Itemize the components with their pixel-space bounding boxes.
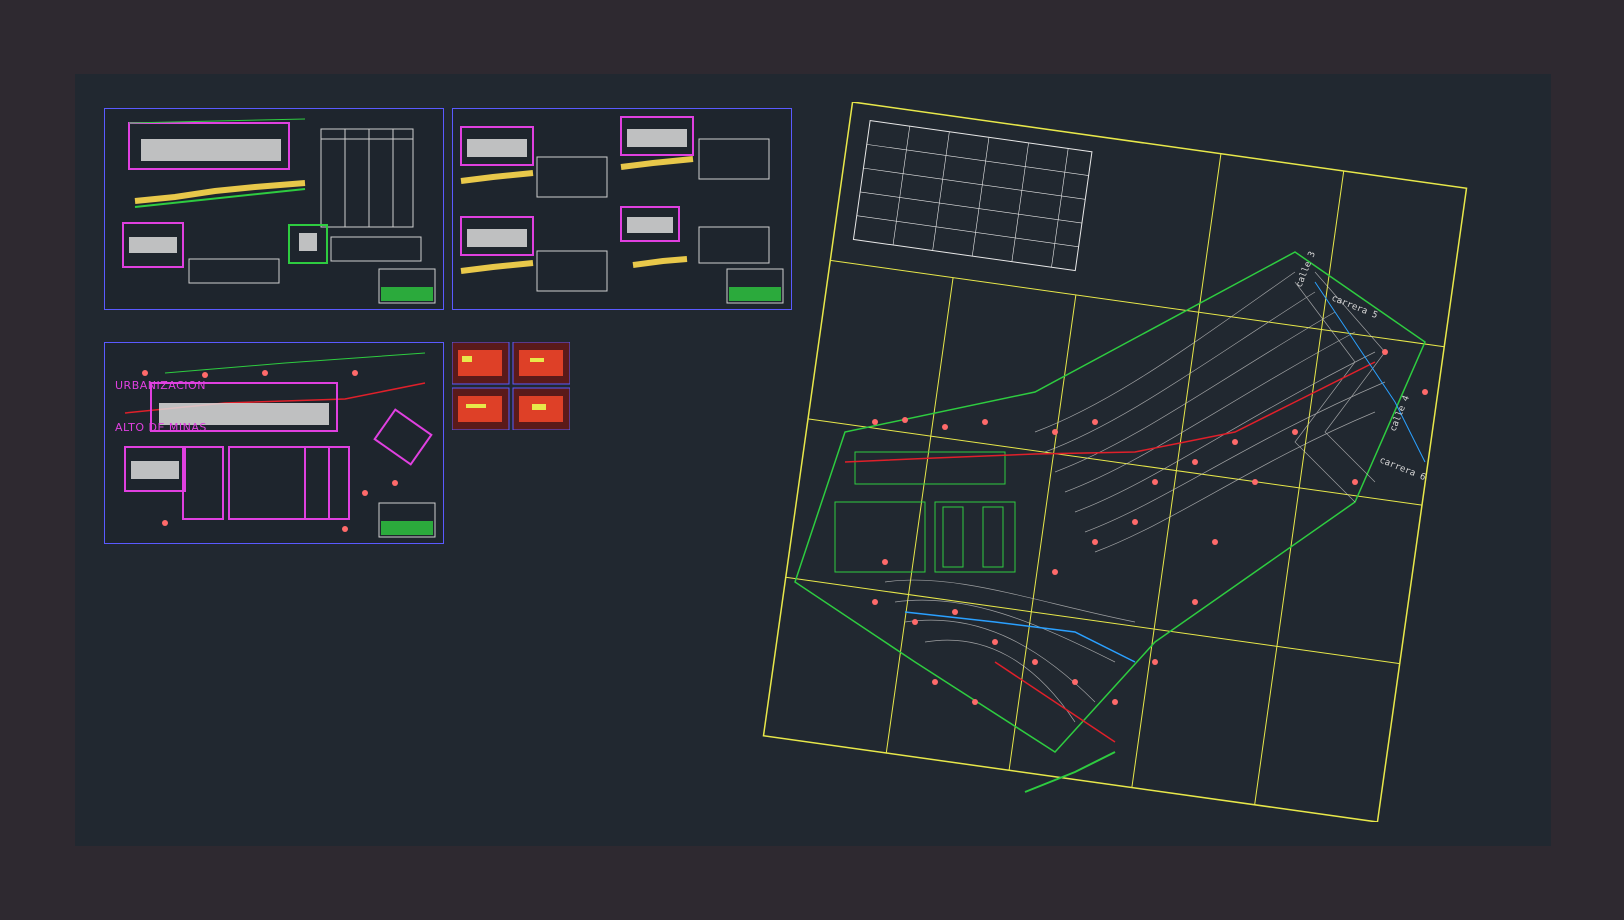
road-label-calle-4: calle 4 — [1389, 394, 1412, 433]
plan-grid — [762, 102, 1468, 822]
lot-blocks — [834, 451, 1016, 573]
render-thumbnails-drawing — [451, 341, 571, 431]
contour-lines — [884, 271, 1386, 723]
sheet-manzana-1[interactable] — [104, 108, 444, 310]
road-lower — [994, 661, 1116, 743]
main-site-plan[interactable]: calle 3 calle 4 carrera 5 carrera 6 — [735, 102, 1495, 822]
road-label-carrera-6: carrera 6 — [1378, 456, 1427, 484]
render-thumbnails[interactable] — [451, 341, 571, 431]
model-space-canvas[interactable]: URBANIZACION ALTO DE MINAS calle 3 calle… — [75, 74, 1551, 846]
project-title: URBANIZACION ALTO DE MINAS — [115, 351, 207, 463]
access-road — [1024, 751, 1116, 793]
road-label-calle-3: calle 3 — [1295, 250, 1318, 289]
project-title-line2: ALTO DE MINAS — [115, 421, 207, 434]
project-title-line1: URBANIZACION — [115, 379, 206, 392]
sheet-manzana-1-drawing — [122, 118, 436, 304]
sheet-general-plan[interactable]: URBANIZACION ALTO DE MINAS — [104, 342, 444, 544]
house-row-top — [141, 139, 281, 161]
